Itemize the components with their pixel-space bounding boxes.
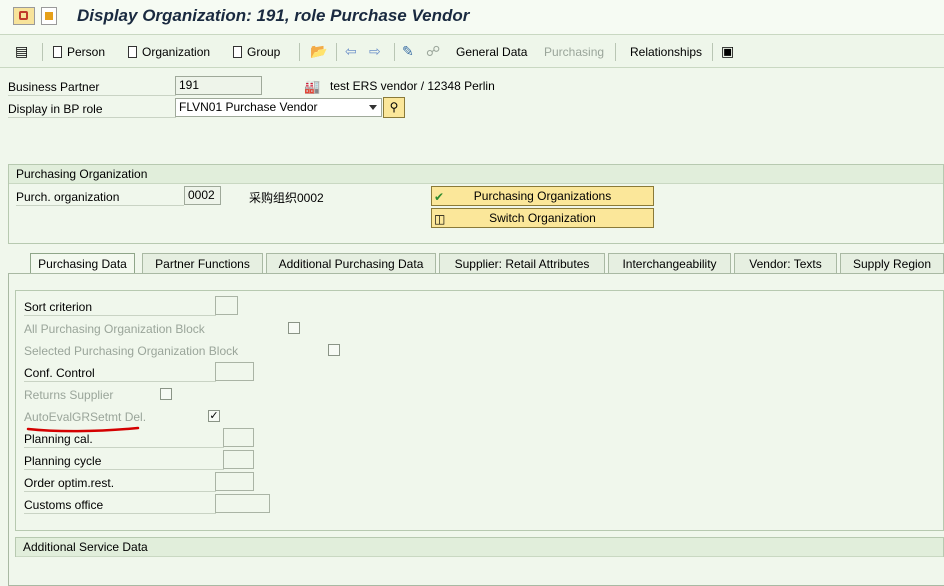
check-icon: ✔ <box>434 190 445 204</box>
system-menu-icon[interactable] <box>13 7 35 25</box>
business-partner-field[interactable]: 191 <box>175 76 262 95</box>
tab-supply-region[interactable]: Supply Region <box>840 253 944 273</box>
all-block-checkbox[interactable] <box>288 322 300 334</box>
factory-icon: 🏭 <box>304 79 321 94</box>
chevron-down-icon <box>369 105 377 110</box>
window-menu-icon[interactable] <box>41 7 57 25</box>
tab-vendor-texts[interactable]: Vendor: Texts <box>734 253 837 273</box>
customs-office-field[interactable] <box>215 494 270 513</box>
tab-purchasing-data[interactable]: Purchasing Data <box>30 253 135 274</box>
additional-service-title[interactable]: Additional Service Data <box>16 538 943 557</box>
planning-cycle-field[interactable] <box>223 450 254 469</box>
tab-interchangeability[interactable]: Interchangeability <box>608 253 731 273</box>
order-optim-field[interactable] <box>215 472 254 491</box>
bp-role-dropdown[interactable]: FLVN01 Purchase Vendor <box>175 98 382 117</box>
magnifier-icon: ⚲ <box>389 100 399 114</box>
display-list-icon[interactable]: ▤ <box>15 43 28 59</box>
title-bar: Display Organization: 191, role Purchase… <box>0 0 944 35</box>
forward-arrow-icon[interactable]: ⇨ <box>369 43 381 59</box>
general-data-button[interactable]: General Data <box>456 44 527 60</box>
person-button[interactable]: Person <box>53 44 105 60</box>
tab-supplier-retail-attributes[interactable]: Supplier: Retail Attributes <box>439 253 605 273</box>
document-icon <box>53 46 62 58</box>
bp-role-value: FLVN01 Purchase Vendor <box>179 100 318 114</box>
relationships-button[interactable]: Relationships <box>630 44 702 60</box>
purchasing-organization-title: Purchasing Organization <box>9 165 943 184</box>
bp-role-label: Display in BP role <box>8 100 176 118</box>
selected-block-checkbox[interactable] <box>328 344 340 356</box>
display-change-icon[interactable]: ✎ <box>402 43 414 59</box>
auto-eval-checkbox[interactable]: ✓ <box>208 410 220 422</box>
purchasing-organizations-button[interactable]: ✔ Purchasing Organizations <box>431 186 654 206</box>
business-partner-label: Business Partner <box>8 78 176 96</box>
order-optim-label: Order optim.rest. <box>24 474 216 492</box>
purch-org-description: 采购组织0002 <box>249 191 324 205</box>
all-block-label: All Purchasing Organization Block <box>24 322 205 336</box>
tab-additional-purchasing-data[interactable]: Additional Purchasing Data <box>266 253 436 273</box>
role-search-button[interactable]: ⚲ <box>383 97 405 118</box>
conf-control-field[interactable] <box>215 362 254 381</box>
purch-org-field[interactable]: 0002 <box>184 186 221 205</box>
customs-office-label: Customs office <box>24 496 216 514</box>
planning-cal-field[interactable] <box>223 428 254 447</box>
planning-cycle-label: Planning cycle <box>24 452 224 470</box>
additional-service-group: Additional Service Data <box>15 537 944 557</box>
contact-person-icon[interactable]: ▣ <box>721 43 734 59</box>
purch-org-label: Purch. organization <box>16 188 184 206</box>
sort-criterion-field[interactable] <box>215 296 238 315</box>
purchasing-button[interactable]: Purchasing <box>544 44 604 60</box>
application-toolbar: ▤ Person Organization Group 📂 ⇦ ⇨ ✎ ☍ Ge… <box>0 35 944 68</box>
back-arrow-icon[interactable]: ⇦ <box>345 43 357 59</box>
planning-cal-label: Planning cal. <box>24 430 224 448</box>
open-folder-icon[interactable]: 📂 <box>310 43 327 59</box>
sort-criterion-label: Sort criterion <box>24 298 216 316</box>
returns-supplier-label: Returns Supplier <box>24 388 114 402</box>
conf-control-label: Conf. Control <box>24 364 216 382</box>
business-partner-description: test ERS vendor / 12348 Perlin <box>330 79 495 93</box>
returns-supplier-checkbox[interactable] <box>160 388 172 400</box>
document-icon <box>233 46 242 58</box>
group-button[interactable]: Group <box>233 44 280 60</box>
organization-button[interactable]: Organization <box>128 44 210 60</box>
document-icon <box>128 46 137 58</box>
tab-partner-functions[interactable]: Partner Functions <box>142 253 263 273</box>
where-used-icon[interactable]: ☍ <box>426 43 440 59</box>
page-title: Display Organization: 191, role Purchase… <box>77 6 470 25</box>
selected-block-label: Selected Purchasing Organization Block <box>24 344 239 358</box>
switch-icon: ◫ <box>434 212 446 226</box>
switch-organization-button[interactable]: ◫ Switch Organization <box>431 208 654 228</box>
